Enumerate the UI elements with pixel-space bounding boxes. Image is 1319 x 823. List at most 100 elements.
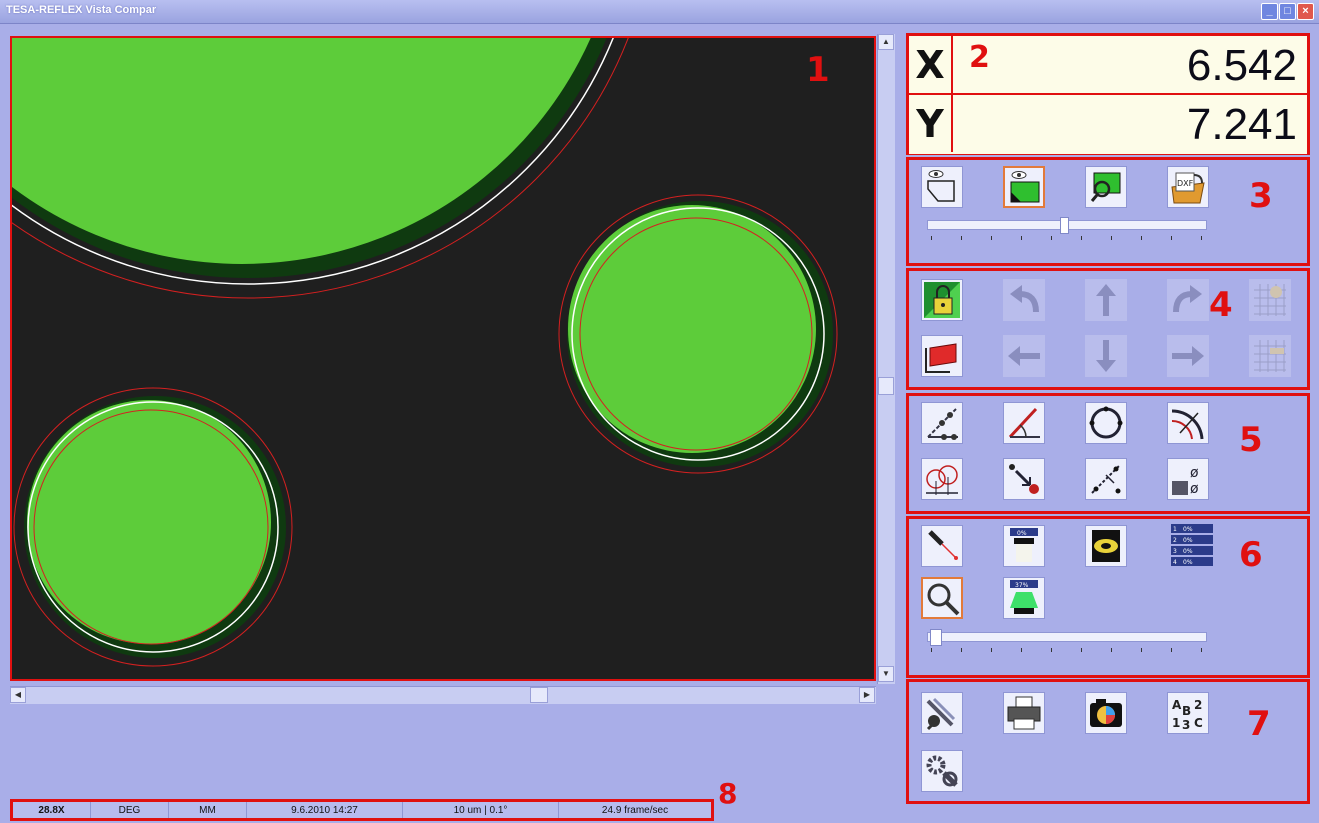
zoom-button[interactable] (921, 577, 963, 619)
panel-number-1: 1 (806, 50, 830, 90)
segment-4-number: 4 (1173, 559, 1177, 566)
circle-button[interactable] (1085, 402, 1127, 444)
move-down-button[interactable] (1085, 335, 1127, 377)
svg-text:2: 2 (1194, 698, 1202, 712)
bottom-light-icon: 37% (1010, 580, 1038, 614)
show-filled-button[interactable] (1003, 166, 1045, 208)
print-button[interactable] (1003, 692, 1045, 734)
segment-3-value: 0% (1183, 548, 1193, 555)
grid-add-button[interactable] (1249, 279, 1291, 321)
horizontal-scrollbar[interactable]: ◀ ▶ (10, 686, 876, 704)
diameter-icon: øø (1172, 465, 1199, 497)
gear-wrench-icon (926, 755, 958, 787)
scroll-down-arrow[interactable]: ▼ (878, 666, 894, 682)
light-slider-ticks (931, 648, 1203, 654)
dxf-export-button[interactable]: DXF (1167, 166, 1209, 208)
status-zoom: 28.8X (13, 802, 91, 818)
panel-number-2: 2 (969, 40, 990, 75)
arc-button[interactable] (1167, 402, 1209, 444)
y-axis-label: Y (909, 95, 953, 152)
measurement-panel: 5 øø (906, 393, 1310, 514)
measure-tools-button[interactable] (921, 692, 963, 734)
ring-light-button[interactable] (1085, 525, 1127, 567)
slider-ticks (931, 236, 1203, 242)
scroll-right-arrow[interactable]: ▶ (859, 687, 875, 703)
angle-button[interactable] (1003, 402, 1045, 444)
arrow-right-icon (1172, 346, 1204, 366)
top-light-icon: 0% (1010, 528, 1038, 562)
angle-red-icon (1008, 407, 1040, 439)
grid-remove-button[interactable] (1249, 335, 1291, 377)
line-distance-button[interactable] (1085, 458, 1127, 500)
arrow-down-icon (1096, 340, 1116, 372)
y-coordinate-row: Y 7.241 (909, 95, 1307, 154)
angle-line-button[interactable] (921, 402, 963, 444)
move-up-button[interactable] (1085, 279, 1127, 321)
title-bar: TESA-REFLEX Vista Compar _ □ × (0, 0, 1319, 24)
angle-measure-icon (927, 408, 958, 440)
alphanumeric-icon: A B 21 3 C (1172, 698, 1203, 731)
zoom-green-icon (1090, 172, 1121, 202)
vertical-scroll-thumb[interactable] (878, 377, 894, 395)
image-threshold-slider[interactable] (927, 217, 1207, 234)
lock-button[interactable] (921, 279, 963, 321)
segment-light-table: 1 0% 2 0% 3 0% 4 0% (1171, 524, 1213, 566)
x-axis-label: X (909, 36, 953, 93)
status-resolution: 10 um | 0.1° (403, 802, 559, 818)
vertical-scrollbar[interactable]: ▲ ▼ (877, 34, 895, 684)
scroll-left-arrow[interactable]: ◀ (10, 687, 26, 703)
arrow-left-icon (1008, 346, 1040, 366)
camera-capture-button[interactable] (1085, 692, 1127, 734)
move-right-button[interactable] (1167, 335, 1209, 377)
grid-plus-icon (1254, 284, 1286, 316)
svg-text:ø: ø (1190, 465, 1199, 481)
dxf-folder-icon: DXF (1171, 172, 1205, 204)
curved-arrow-left-icon (1010, 285, 1039, 313)
camera-view[interactable]: 1 (10, 36, 876, 681)
segment-2-value: 0% (1183, 537, 1193, 544)
segment-2-number: 2 (1173, 537, 1177, 544)
circles-distance-icon (926, 465, 958, 495)
horizontal-scroll-thumb[interactable] (530, 687, 548, 703)
light-intensity-slider[interactable] (927, 629, 1207, 646)
status-length-unit: MM (169, 802, 247, 818)
panel-number-4: 4 (1209, 285, 1233, 325)
zoom-image-button[interactable] (1085, 166, 1127, 208)
stage-control-panel: 4 (906, 268, 1310, 390)
light-slider-knob[interactable] (930, 629, 942, 646)
top-light-button[interactable]: 0% (1003, 525, 1045, 567)
close-button[interactable]: × (1297, 3, 1314, 20)
maximize-button[interactable]: □ (1279, 3, 1296, 20)
scroll-up-arrow[interactable]: ▲ (878, 34, 894, 50)
y-coordinate-value: 7.241 (1186, 100, 1297, 149)
threshold-slider-knob[interactable] (1060, 217, 1069, 234)
point-distance-button[interactable] (1003, 458, 1045, 500)
settings-button[interactable] (921, 750, 963, 792)
circle-distance-button[interactable] (921, 458, 963, 500)
status-bar: 28.8X DEG MM 9.6.2010 14:27 10 um | 0.1°… (10, 799, 714, 821)
utilities-panel: AB213C 7 (906, 679, 1310, 804)
arc-measure-icon (1171, 409, 1204, 440)
printer-icon (1007, 696, 1041, 730)
show-outline-button[interactable] (921, 166, 963, 208)
ring-light-icon (1092, 530, 1120, 562)
bottom-light-button[interactable]: 37% (1003, 577, 1045, 619)
rotate-right-button[interactable] (1167, 279, 1209, 321)
text-label-button[interactable]: AB213C (1167, 692, 1209, 734)
panel-number-7: 7 (1247, 704, 1271, 744)
main-window: TESA-REFLEX Vista Compar _ □ × 1 ▲ ▼ ◀ ▶… (0, 0, 1319, 823)
status-angle-unit: DEG (91, 802, 169, 818)
minimize-button[interactable]: _ (1261, 3, 1278, 20)
rotate-left-button[interactable] (1003, 279, 1045, 321)
panel-number-3: 3 (1249, 176, 1273, 216)
eye-filled-icon (1010, 171, 1040, 203)
diameter-button[interactable]: øø (1167, 458, 1209, 500)
segment-3-number: 3 (1173, 548, 1177, 555)
move-left-button[interactable] (1003, 335, 1045, 377)
laser-pointer-button[interactable] (921, 525, 963, 567)
curved-arrow-right-icon (1173, 285, 1202, 313)
segment-4-value: 0% (1183, 559, 1193, 566)
segment-1-value: 0% (1183, 526, 1193, 533)
magnifier-icon (927, 583, 960, 616)
origin-button[interactable] (921, 335, 963, 377)
